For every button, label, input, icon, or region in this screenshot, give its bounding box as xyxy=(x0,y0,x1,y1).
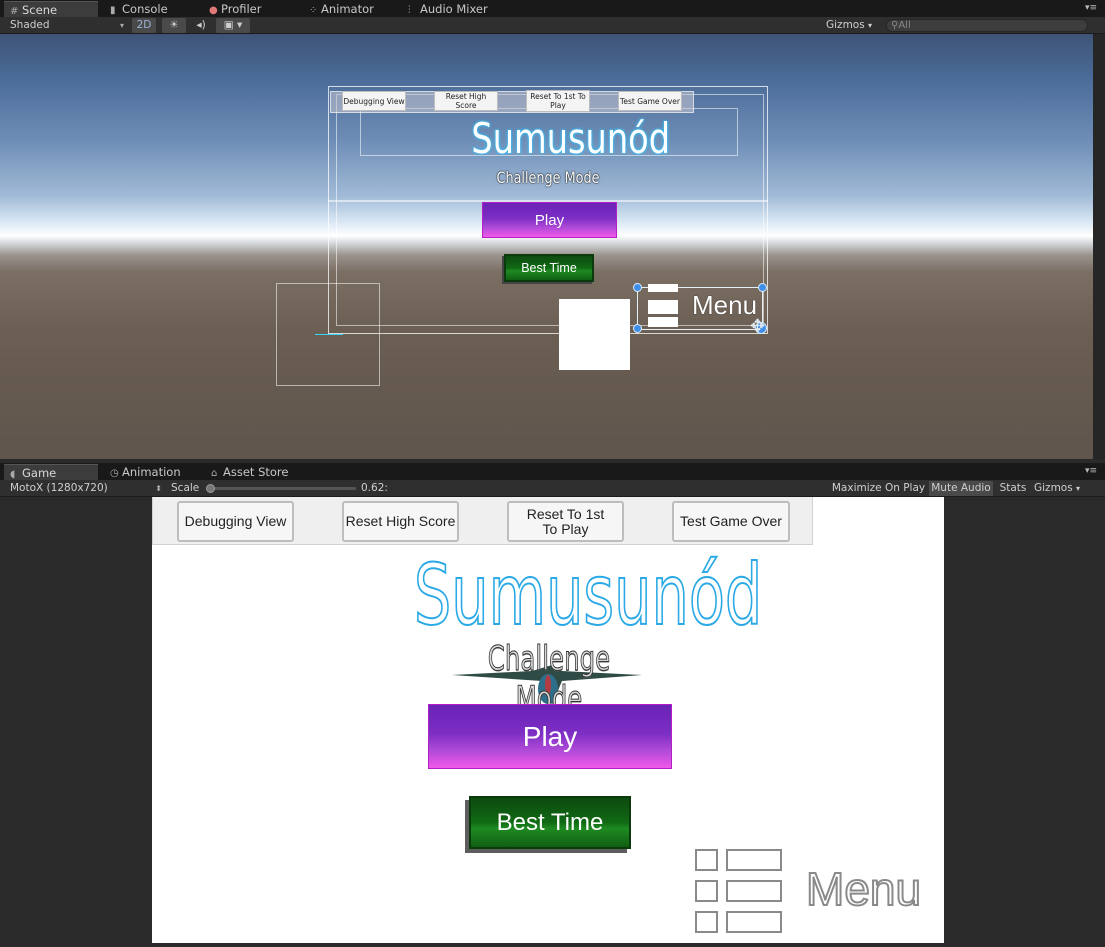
scene-title: Sumusunód xyxy=(471,114,671,163)
audio-toggle-icon[interactable]: ◂) xyxy=(192,18,210,33)
scene-toolbar: Shaded ▾ 2D ☀ ◂) ▣ ▾ Gizmos ▾ ⚲All xyxy=(0,17,1105,34)
scene-test-game-over-button[interactable]: Test Game Over xyxy=(618,91,682,111)
tab-scene[interactable]: # Scene xyxy=(4,1,98,17)
chevron-updown-icon: ⬍ xyxy=(155,484,162,493)
scale-slider-thumb[interactable] xyxy=(206,484,215,493)
scene-play-button[interactable]: Play xyxy=(482,202,617,238)
mute-audio-toggle[interactable]: Mute Audio xyxy=(929,481,993,496)
scene-best-time-button[interactable]: Best Time xyxy=(504,254,594,282)
play-button[interactable]: Play xyxy=(428,704,672,769)
resize-handle-top-left[interactable] xyxy=(633,283,642,292)
effects-toggle-icon[interactable]: ▣ ▾ xyxy=(216,18,250,33)
tab-animator[interactable]: ⁘ Animator xyxy=(303,1,393,17)
tab-animation[interactable]: ◷ Animation xyxy=(104,464,204,480)
game-toolbar: MotoX (1280x720) ⬍ Scale 0.62: Maximize … xyxy=(0,480,1105,497)
resolution-dropdown[interactable]: MotoX (1280x720) ⬍ xyxy=(4,481,164,496)
game-view[interactable]: Debugging View Reset High Score Reset To… xyxy=(152,497,944,943)
camera-axis-line xyxy=(315,334,343,335)
scene-tab-bar: # Scene ▮ Console ● Profiler ⁘ Animator ⫶ Aud… xyxy=(0,0,1105,17)
reset-to-first-button[interactable]: Reset To 1st To Play xyxy=(507,501,624,542)
menu-bar-icon-3 xyxy=(648,317,678,327)
gizmos-dropdown[interactable]: Gizmos ▾ xyxy=(826,18,878,33)
lighting-toggle-icon[interactable]: ☀ xyxy=(162,18,186,33)
scale-label: Scale xyxy=(171,482,200,494)
stats-toggle[interactable]: Stats xyxy=(996,481,1030,496)
tab-audio-mixer[interactable]: ⫶ Audio Mixer xyxy=(402,1,502,17)
tab-asset-store[interactable]: ⌂ Asset Store xyxy=(205,464,305,480)
chevron-down-icon: ▾ xyxy=(1076,484,1081,493)
reset-high-score-button[interactable]: Reset High Score xyxy=(342,501,459,542)
maximize-on-play-toggle[interactable]: Maximize On Play xyxy=(829,481,928,496)
scene-subtitle: Challenge Mode xyxy=(496,168,600,187)
white-image-rect xyxy=(559,299,630,370)
tab-game[interactable]: ◖ Game xyxy=(4,464,98,480)
tab-console[interactable]: ▮ Console xyxy=(104,1,194,17)
menu-label: Menu xyxy=(805,862,922,916)
test-game-over-button[interactable]: Test Game Over xyxy=(672,501,790,542)
scale-value: 0.62: xyxy=(361,482,388,494)
menu-bar-icon-1 xyxy=(648,284,678,292)
debug-button-bar: Debugging View Reset High Score Reset To… xyxy=(152,497,813,545)
best-time-button[interactable]: Best Time xyxy=(469,796,631,849)
scene-reset-high-score-button[interactable]: Reset High Score xyxy=(434,91,498,111)
panel-menu-icon[interactable]: ▾≡ xyxy=(1085,3,1097,13)
scene-scrollbar[interactable] xyxy=(1093,34,1105,459)
scene-menu-label: Menu xyxy=(692,290,758,320)
chevron-down-icon: ▾ xyxy=(868,21,873,30)
2d-toggle[interactable]: 2D xyxy=(132,18,156,33)
menu-button[interactable]: Menu xyxy=(694,847,939,939)
scale-slider[interactable] xyxy=(206,484,356,493)
search-input[interactable]: ⚲All xyxy=(886,19,1088,32)
game-gizmos-dropdown[interactable]: Gizmos ▾ xyxy=(1034,481,1090,496)
shading-mode-dropdown[interactable]: Shaded ▾ xyxy=(4,18,126,33)
chevron-down-icon: ▾ xyxy=(119,21,124,30)
menu-grid-icon xyxy=(694,847,784,939)
resize-handle-top-right[interactable] xyxy=(758,283,767,292)
tab-profiler[interactable]: ● Profiler xyxy=(203,1,293,17)
scene-reset-first-button[interactable]: Reset To 1st To Play xyxy=(526,90,590,112)
game-title: Sumusunód xyxy=(413,545,763,645)
menu-bar-icon-2 xyxy=(648,300,678,314)
game-tab-bar: ◖ Game ◷ Animation ⌂ Asset Store ▾≡ xyxy=(0,463,1105,480)
panel-menu-icon[interactable]: ▾≡ xyxy=(1085,466,1097,476)
scene-debugging-view-button[interactable]: Debugging View xyxy=(342,91,406,111)
move-arrows-icon[interactable]: ✥ xyxy=(750,316,765,337)
scene-viewport[interactable]: Debugging View Reset High Score Reset To… xyxy=(0,34,1093,459)
debugging-view-button[interactable]: Debugging View xyxy=(177,501,294,542)
resize-handle-bottom-left[interactable] xyxy=(633,324,642,333)
